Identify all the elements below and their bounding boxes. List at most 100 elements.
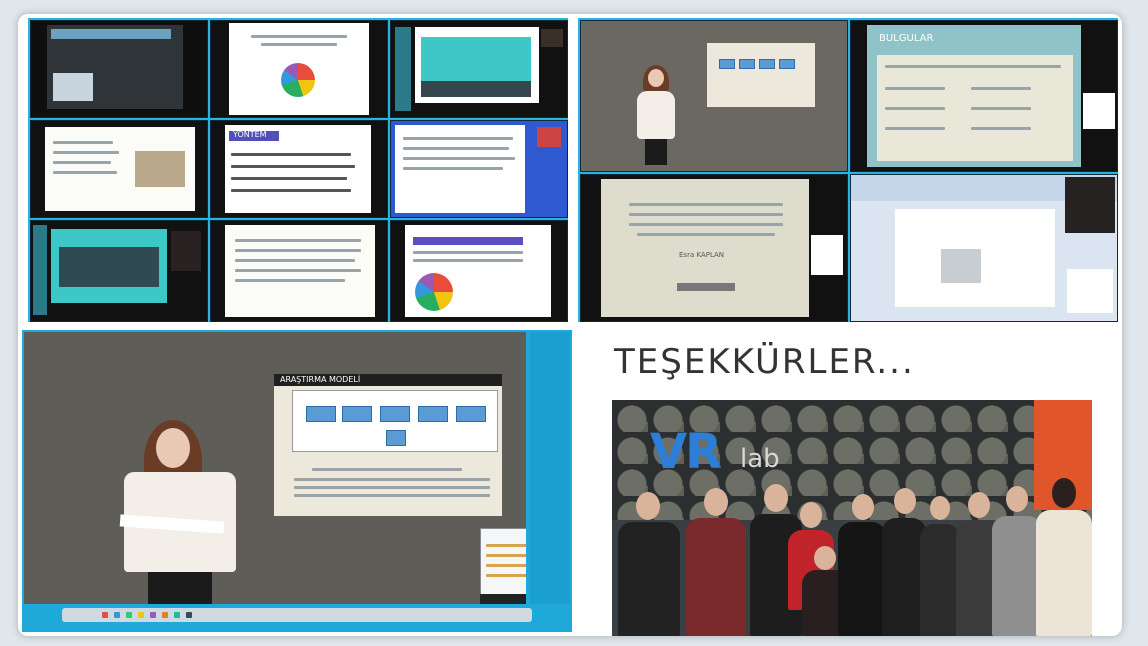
meeting-sidebar xyxy=(530,332,570,604)
title-line xyxy=(629,223,783,226)
group-member-head xyxy=(852,494,874,520)
group-member xyxy=(838,522,886,636)
slide-dark-bar xyxy=(421,81,531,97)
pie-chart-icon xyxy=(281,63,315,97)
caption-line xyxy=(294,486,490,489)
screen-share-grid-right: BULGULAR Esra KAPLAN xyxy=(578,18,1118,322)
document-image xyxy=(941,249,981,283)
flow-box xyxy=(386,430,406,446)
dock-icon xyxy=(186,612,192,618)
flow-box xyxy=(759,59,775,69)
text-line xyxy=(403,167,503,170)
group-member-head xyxy=(704,488,728,516)
text-line xyxy=(403,137,513,140)
text-line xyxy=(885,127,945,130)
slide-image xyxy=(53,73,93,101)
title-line xyxy=(629,203,783,206)
presenter-tile-top xyxy=(580,20,848,172)
caption-line xyxy=(294,478,490,481)
presenter-main-frame: ARAŞTIRMA MODELİ xyxy=(22,330,572,632)
text-line xyxy=(235,269,361,272)
text-line xyxy=(53,141,113,144)
dock-icon xyxy=(102,612,108,618)
text-line xyxy=(235,259,355,262)
flow-box xyxy=(719,59,735,69)
vr-logo: VR xyxy=(650,424,722,480)
dock-icon xyxy=(162,612,168,618)
thanks-heading: TEŞEKKÜRLER... xyxy=(614,342,915,382)
caption-line xyxy=(312,468,462,471)
slide-teal-block xyxy=(421,37,531,81)
flow-box xyxy=(380,406,410,422)
group-member-head xyxy=(814,546,836,570)
share-tile-8 xyxy=(210,220,388,322)
slide-header xyxy=(51,29,171,39)
title-slide-tile: Esra KAPLAN xyxy=(580,174,848,322)
share-tile-2 xyxy=(210,20,388,118)
slide-table xyxy=(59,247,159,287)
group-member xyxy=(618,522,680,636)
text-line xyxy=(885,65,1061,68)
presenter-legs xyxy=(148,572,212,604)
presenter-head xyxy=(648,69,664,87)
group-member xyxy=(920,524,960,636)
title-slide xyxy=(601,179,809,317)
dock-icon xyxy=(114,612,120,618)
group-photo: VR lab xyxy=(612,400,1092,636)
method-title: YÖNTEM xyxy=(233,130,267,139)
group-member-head xyxy=(636,492,660,520)
flow-box xyxy=(779,59,795,69)
share-tile-5: YÖNTEM xyxy=(210,120,388,218)
text-line xyxy=(885,87,945,90)
text-line xyxy=(231,189,351,192)
group-member-head xyxy=(1052,478,1076,508)
screen-share-grid-left: YÖNTEM xyxy=(28,18,568,322)
author-name: Esra KAPLAN xyxy=(679,251,725,259)
thumbnail-strip xyxy=(395,27,411,111)
text-line xyxy=(261,43,337,46)
text-line xyxy=(53,161,111,164)
group-member-head xyxy=(968,492,990,518)
presenter-legs xyxy=(645,139,667,165)
share-tile-1 xyxy=(30,20,208,118)
group-member-head xyxy=(894,488,916,514)
dock-icon xyxy=(126,612,132,618)
text-line xyxy=(231,165,355,168)
presenter-main-video: ARAŞTIRMA MODELİ xyxy=(24,332,526,604)
caption-line xyxy=(294,494,490,497)
participant-row xyxy=(486,554,526,557)
table-row xyxy=(413,251,523,254)
group-member-head xyxy=(930,496,950,520)
group-member-head xyxy=(764,484,788,512)
participant-row xyxy=(486,544,526,547)
text-line xyxy=(235,279,345,282)
share-tile-7 xyxy=(30,220,208,322)
flow-box xyxy=(306,406,336,422)
webcam-thumb xyxy=(537,127,561,147)
group-member-head xyxy=(800,502,822,528)
table-row xyxy=(413,259,523,262)
title-line xyxy=(629,213,783,216)
flow-box xyxy=(342,406,372,422)
participants-panel xyxy=(811,235,843,275)
share-tile-3 xyxy=(390,20,568,118)
dock-icon xyxy=(138,612,144,618)
webcam-thumb xyxy=(1065,177,1115,233)
collage-card: YÖNTEM BULGULAR Esra KAPLAN ARAŞTIRMA MO… xyxy=(18,14,1122,636)
participants-panel xyxy=(1067,269,1113,313)
table-header xyxy=(413,237,523,245)
text-line xyxy=(235,249,361,252)
group-member xyxy=(992,516,1042,636)
presenter-body xyxy=(637,91,675,139)
panel-controls xyxy=(480,594,526,604)
desktop-taskbar xyxy=(62,608,532,622)
dock-icon xyxy=(150,612,156,618)
slide-photo xyxy=(135,151,185,187)
share-tile-9 xyxy=(390,220,568,322)
dock-icon xyxy=(174,612,180,618)
thumbnail-strip xyxy=(33,225,47,315)
projected-slide xyxy=(707,43,815,107)
flow-box xyxy=(456,406,486,422)
text-line xyxy=(403,157,515,160)
participant-row xyxy=(486,574,526,577)
